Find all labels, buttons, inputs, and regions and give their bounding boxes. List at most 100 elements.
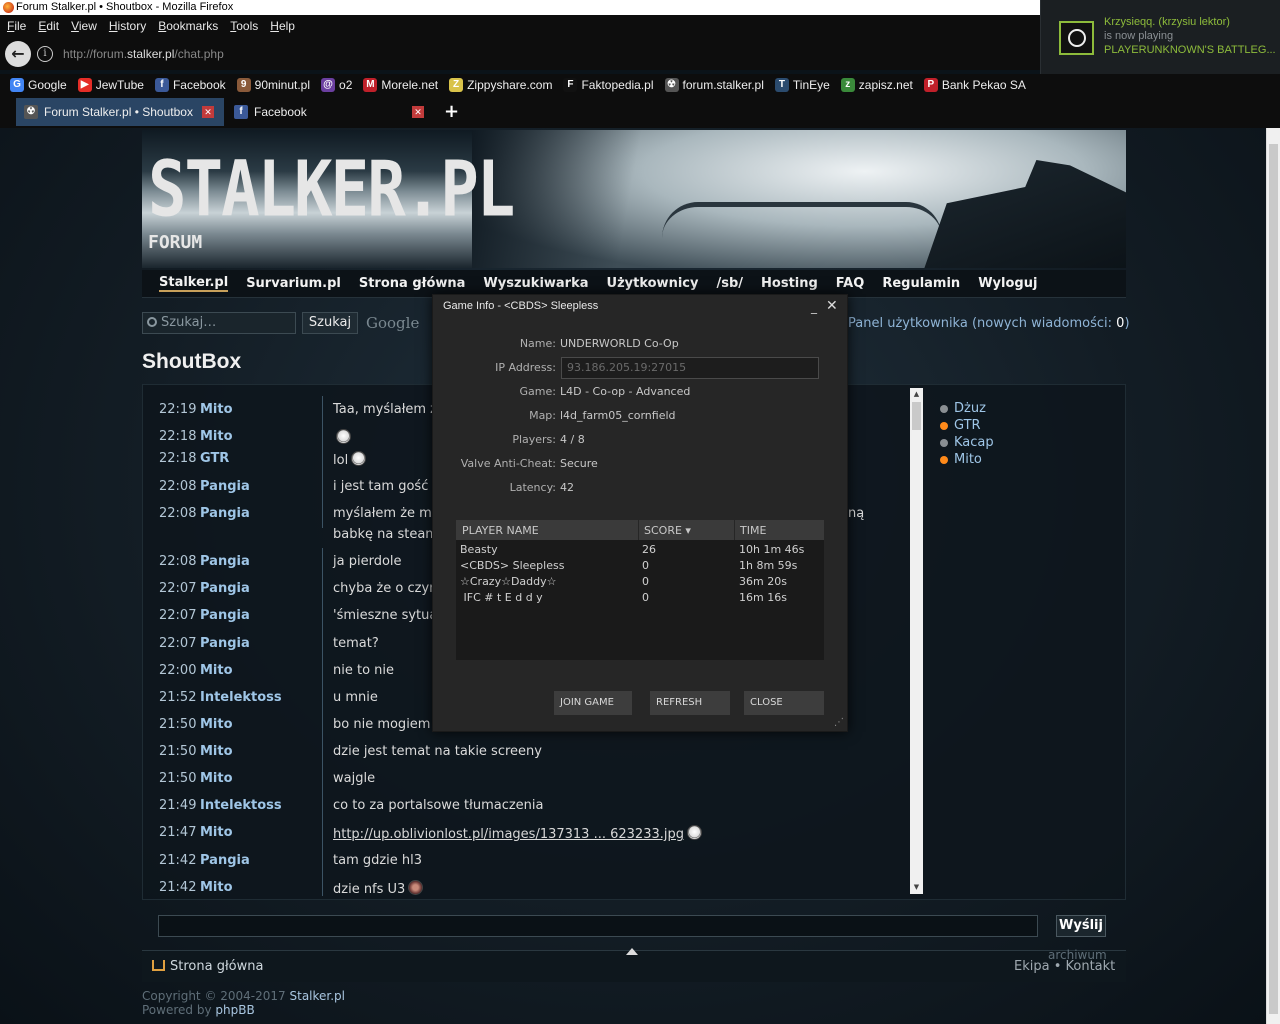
message-text: wajgle — [333, 771, 903, 786]
bookmark-0[interactable]: G Google — [10, 78, 67, 92]
close-icon[interactable]: ✕ — [826, 298, 838, 314]
message-user[interactable]: Pangia — [200, 581, 250, 596]
message-user[interactable]: Intelektoss — [200, 690, 282, 705]
bookmark-10[interactable]: z zapisz.net — [840, 78, 913, 92]
player-time: 36m 20s — [739, 575, 787, 588]
search-button[interactable]: Szukaj — [302, 312, 358, 334]
bookmark-8[interactable]: ☢ forum.stalker.pl — [664, 78, 764, 92]
col-time[interactable]: TIME — [740, 524, 766, 537]
scrollbar-thumb[interactable] — [912, 402, 921, 430]
message-user[interactable]: Mito — [200, 717, 233, 732]
message-user[interactable]: Mito — [200, 402, 233, 417]
nav-item[interactable]: Wyloguj — [978, 276, 1037, 291]
message-user[interactable]: Pangia — [200, 636, 250, 651]
player-row[interactable]: IFC # t E d d y 0 16m 16s — [456, 591, 824, 607]
bookmark-3[interactable]: 9 90minut.pl — [236, 78, 310, 92]
nav-item[interactable]: FAQ — [836, 276, 865, 291]
user-panel-link[interactable]: Panel użytkownika (nowych wiadomości: 0) — [848, 316, 1130, 331]
nav-item[interactable]: Hosting — [761, 276, 818, 291]
nav-item[interactable]: Wyszukiwarka — [483, 276, 588, 291]
scroll-down-icon[interactable]: ▼ — [912, 883, 921, 892]
site-logo[interactable]: STALKER.PL — [148, 152, 515, 229]
join-game-button[interactable]: JOIN GAME — [554, 691, 632, 715]
tab-facebook[interactable]: f Facebook ✕ — [226, 98, 434, 126]
close-tab-icon[interactable]: ✕ — [412, 106, 424, 118]
close-button[interactable]: CLOSE — [744, 691, 824, 715]
message-user[interactable]: Mito — [200, 880, 233, 895]
menu-history[interactable]: History — [109, 19, 146, 33]
shout-input[interactable] — [158, 915, 1038, 937]
back-button[interactable]: ← — [5, 41, 31, 67]
scroll-up-icon[interactable]: ▲ — [912, 390, 921, 399]
contact-link[interactable]: Kontakt — [1066, 959, 1116, 974]
nav-item[interactable]: Regulamin — [882, 276, 960, 291]
resize-grip-icon[interactable]: ⋰ — [834, 717, 844, 728]
online-user[interactable]: Dżuz — [940, 400, 994, 417]
bookmark-7[interactable]: F Faktopedia.pl — [563, 78, 654, 92]
player-row[interactable]: <CBDS> Sleepless 0 1h 8m 59s — [456, 559, 824, 575]
bookmark-11[interactable]: P Bank Pekao SA — [923, 78, 1026, 92]
scrollbar-thumb[interactable] — [1269, 144, 1278, 1014]
menu-help[interactable]: Help — [270, 19, 295, 33]
menu-view[interactable]: View — [71, 19, 97, 33]
menu-bookmarks[interactable]: Bookmarks — [158, 19, 218, 33]
message-user[interactable]: Pangia — [200, 506, 250, 521]
refresh-button[interactable]: REFRESH — [650, 691, 730, 715]
online-user[interactable]: Mito — [940, 451, 994, 468]
bookmark-1[interactable]: ▶ JewTube — [77, 78, 144, 92]
online-user[interactable]: GTR — [940, 417, 994, 434]
message-user[interactable]: Mito — [200, 744, 233, 759]
google-search-logo[interactable]: Google — [366, 314, 419, 332]
site-info-icon[interactable]: i — [37, 46, 53, 62]
nav-item[interactable]: Strona główna — [359, 276, 466, 291]
phpbb-link[interactable]: phpBB — [215, 1003, 254, 1017]
nav-item[interactable]: /sb/ — [716, 276, 743, 291]
col-player-name[interactable]: PLAYER NAME — [462, 524, 539, 537]
field-value: UNDERWORLD Co-Op — [560, 337, 679, 350]
menu-tools[interactable]: Tools — [230, 19, 258, 33]
nav-item[interactable]: Użytkownicy — [607, 276, 699, 291]
message-user[interactable]: Mito — [200, 663, 233, 678]
message-user[interactable]: Pangia — [200, 608, 250, 623]
message-user[interactable]: Mito — [200, 429, 233, 444]
ip-address-field[interactable]: 93.186.205.19:27015 — [561, 357, 819, 379]
nav-item[interactable]: Survarium.pl — [246, 276, 341, 291]
page-scrollbar[interactable] — [1266, 128, 1280, 1024]
team-link[interactable]: Ekipa — [1014, 959, 1050, 974]
nav-item[interactable]: Stalker.pl — [159, 275, 229, 292]
copyright-link[interactable]: Stalker.pl — [290, 989, 346, 1003]
message-link[interactable]: http://up.oblivionlost.pl/images/137313 … — [333, 827, 684, 842]
message-user[interactable]: GTR — [200, 451, 229, 466]
new-tab-button[interactable]: + — [444, 101, 459, 122]
messages-scrollbar[interactable]: ▲ ▼ — [910, 388, 923, 894]
message-user[interactable]: Pangia — [200, 853, 250, 868]
collapse-up-icon[interactable] — [626, 948, 638, 955]
bookmark-9[interactable]: T TinEye — [774, 78, 830, 92]
message-user[interactable]: Pangia — [200, 554, 250, 569]
player-row[interactable]: Beasty 26 10h 1m 46s — [456, 543, 824, 559]
menu-edit[interactable]: Edit — [38, 19, 59, 33]
minimize-icon[interactable]: _ — [811, 300, 817, 314]
home-link[interactable]: Strona główna — [152, 959, 263, 974]
player-time: 1h 8m 59s — [739, 559, 798, 572]
menu-file[interactable]: File — [7, 19, 26, 33]
message-time: 22:07 — [159, 636, 197, 651]
bookmark-5[interactable]: M Morele.net — [363, 78, 438, 92]
search-input[interactable]: Szukaj… — [142, 312, 296, 334]
message-user[interactable]: Mito — [200, 825, 233, 840]
bookmark-2[interactable]: f Facebook — [154, 78, 226, 92]
bookmark-6[interactable]: Z Zippyshare.com — [449, 78, 552, 92]
col-score[interactable]: SCORE ▾ — [644, 524, 691, 537]
message-user[interactable]: Mito — [200, 771, 233, 786]
address-bar[interactable]: http://forum.stalker.pl/chat.php — [63, 47, 224, 61]
send-button[interactable]: Wyślij — [1056, 915, 1106, 937]
message-body: i jest tam gość c — [333, 479, 440, 494]
bookmark-4[interactable]: @ o2 — [321, 78, 352, 92]
tab-shoutbox[interactable]: ☢ Forum Stalker.pl • Shoutbox ✕ — [16, 98, 224, 126]
message-text: co to za portalsowe tłumaczenia — [333, 798, 903, 813]
close-tab-icon[interactable]: ✕ — [202, 106, 214, 118]
message-user[interactable]: Pangia — [200, 479, 250, 494]
message-user[interactable]: Intelektoss — [200, 798, 282, 813]
player-row[interactable]: ☆Crazy☆Daddy☆ 0 36m 20s — [456, 575, 824, 591]
online-user[interactable]: Kacap — [940, 434, 994, 451]
